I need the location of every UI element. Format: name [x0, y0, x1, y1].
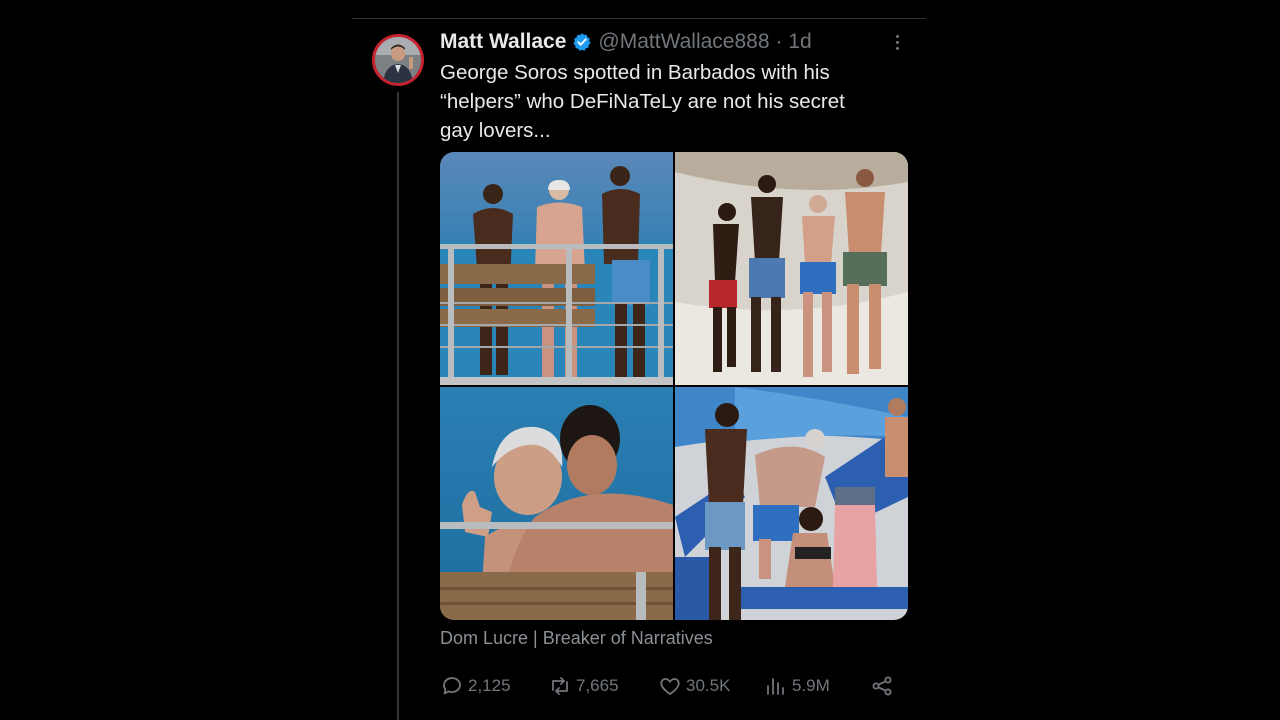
reply-icon: [443, 677, 461, 695]
repost-button[interactable]: 7,665: [548, 672, 619, 700]
post-header: Matt Wallace @MattWallace888 · 1d: [440, 29, 812, 55]
photo-sea-closeup[interactable]: [440, 387, 673, 620]
view-count: 5.9M: [792, 676, 830, 695]
like-count: 30.5K: [686, 676, 731, 695]
avatar-image: [375, 37, 421, 83]
more-options-icon[interactable]: [886, 30, 908, 54]
post-text-line: gay lovers...: [440, 119, 551, 142]
post-time[interactable]: · 1d: [776, 30, 812, 54]
heart-icon: [660, 678, 680, 695]
repost-count: 7,665: [576, 676, 619, 695]
media-grid: [440, 152, 908, 620]
action-bar: 2,125 7,665 30.5K 5.9M: [440, 672, 900, 700]
views-chart-icon: [767, 678, 784, 695]
repost-icon: [552, 677, 568, 695]
author-handle[interactable]: @MattWallace888: [598, 30, 769, 54]
like-button[interactable]: 30.5K: [658, 672, 730, 700]
post-text: George Soros spotted in Barbados with hi…: [440, 58, 910, 145]
verified-badge-icon: [572, 32, 592, 52]
thread-line: [397, 92, 399, 720]
photo-pier-railing[interactable]: [440, 152, 673, 385]
post-text-line: “helpers” who DeFiNaTeLy are not his sec…: [440, 90, 845, 113]
share-button[interactable]: [870, 672, 894, 700]
reply-count: 2,125: [468, 676, 511, 695]
reply-button[interactable]: 2,125: [440, 672, 511, 700]
photo-poolside-umbrellas[interactable]: [675, 387, 908, 620]
views-button[interactable]: 5.9M: [764, 672, 830, 700]
media-attribution[interactable]: Dom Lucre | Breaker of Narratives: [440, 628, 713, 649]
author-name[interactable]: Matt Wallace: [440, 30, 566, 54]
post-text-line: George Soros spotted in Barbados with hi…: [440, 61, 830, 84]
share-icon: [872, 676, 892, 696]
author-avatar[interactable]: [372, 34, 424, 86]
top-divider: [352, 18, 926, 19]
photo-beach-walk[interactable]: [675, 152, 908, 385]
